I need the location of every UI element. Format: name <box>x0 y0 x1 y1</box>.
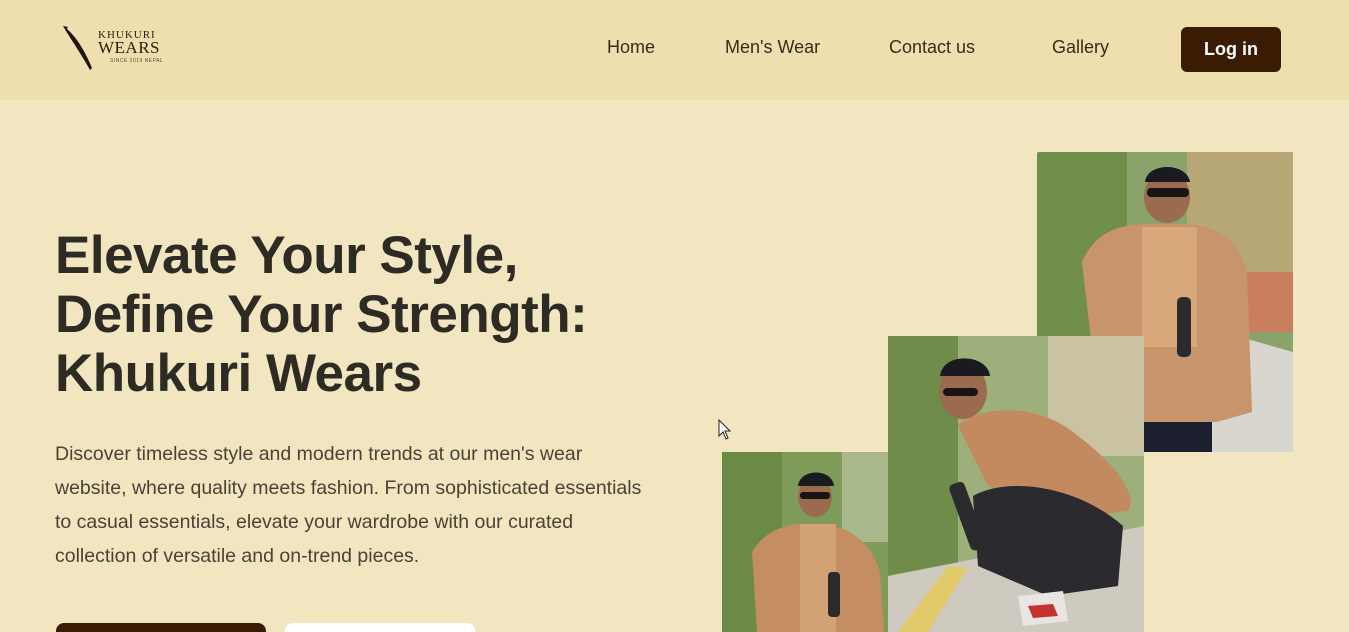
hero-description: Discover timeless style and modern trend… <box>55 443 642 567</box>
gallery-photo-portrait <box>722 452 888 632</box>
nav-home[interactable]: Home <box>607 37 655 58</box>
hero-title-line-3: Khukuri Wears <box>55 344 422 403</box>
hero-title: Elevate Your Style, Define Your Strength… <box>55 226 675 403</box>
hero-title-line-2: Define Your Strength: <box>55 285 588 344</box>
hero-title-line-1: Elevate Your Style, <box>55 226 518 285</box>
nav-gallery[interactable]: Gallery <box>1052 37 1109 58</box>
khukuri-blade-icon <box>63 26 92 70</box>
brand-name-line2: WEARS <box>98 38 160 57</box>
brand-logo[interactable]: KHUKURI WEARS SINCE 2019 NEPAL <box>60 24 170 72</box>
secondary-cta-button[interactable] <box>285 623 475 632</box>
mouse-pointer-icon <box>718 418 732 446</box>
gallery-photo-crouching <box>888 336 1144 632</box>
site-header: KHUKURI WEARS SINCE 2019 NEPAL Home Men'… <box>0 0 1349 100</box>
primary-cta-button[interactable] <box>56 623 266 632</box>
nav-mens-wear[interactable]: Men's Wear <box>725 37 820 58</box>
nav-contact-us[interactable]: Contact us <box>889 37 975 58</box>
login-button[interactable]: Log in <box>1181 27 1281 72</box>
brand-tagline: SINCE 2019 NEPAL <box>110 58 164 64</box>
